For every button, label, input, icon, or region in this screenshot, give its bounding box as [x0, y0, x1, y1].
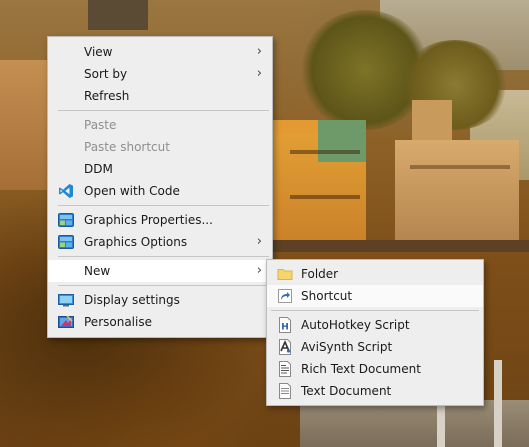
display-icon — [58, 292, 74, 308]
folder-icon — [277, 266, 293, 282]
wallpaper-building — [0, 60, 48, 190]
menu-item-personalise[interactable]: Personalise — [48, 311, 272, 333]
wallpaper-roof — [318, 120, 366, 162]
wallpaper-windows — [290, 150, 360, 154]
submenu-item-label: Text Document — [301, 384, 392, 398]
intel-graphics-icon — [58, 212, 74, 228]
menu-item-display-settings[interactable]: Display settings — [48, 289, 272, 311]
menu-separator — [271, 310, 479, 311]
submenu-item-shortcut[interactable]: Shortcut — [267, 285, 483, 307]
submenu-item-label: Rich Text Document — [301, 362, 421, 376]
menu-item-sort-by[interactable]: Sort by › — [48, 63, 272, 85]
menu-item-label: Graphics Options — [84, 235, 188, 249]
menu-item-label: Paste — [84, 118, 117, 132]
menu-item-label: Refresh — [84, 89, 130, 103]
text-document-icon — [277, 383, 293, 399]
menu-separator — [58, 205, 269, 206]
menu-item-paste-shortcut[interactable]: Paste shortcut — [48, 136, 272, 158]
svg-text:H: H — [281, 323, 289, 333]
menu-item-view[interactable]: View › — [48, 41, 272, 63]
submenu-item-label: AutoHotkey Script — [301, 318, 410, 332]
menu-separator — [58, 285, 269, 286]
wallpaper-post — [494, 360, 502, 447]
menu-item-label: New — [84, 264, 111, 278]
submenu-item-rich-text-document[interactable]: Rich Text Document — [267, 358, 483, 380]
menu-item-graphics-options[interactable]: Graphics Options › — [48, 231, 272, 253]
autohotkey-icon: H — [277, 317, 293, 333]
menu-item-graphics-properties[interactable]: Graphics Properties... — [48, 209, 272, 231]
chevron-right-icon: › — [256, 66, 262, 81]
menu-item-label: Personalise — [84, 315, 152, 329]
rich-text-icon — [277, 361, 293, 377]
wallpaper-windows — [290, 195, 360, 199]
personalise-icon — [58, 314, 74, 330]
menu-item-refresh[interactable]: Refresh — [48, 85, 272, 107]
chevron-right-icon: › — [256, 234, 262, 249]
submenu-item-label: AviSynth Script — [301, 340, 393, 354]
new-submenu: Folder Shortcut H AutoHotkey Script AviS… — [266, 259, 484, 406]
submenu-item-label: Shortcut — [301, 289, 353, 303]
menu-item-label: Paste shortcut — [84, 140, 170, 154]
chevron-right-icon: › — [256, 44, 262, 59]
menu-separator — [58, 110, 269, 111]
shortcut-icon — [277, 288, 293, 304]
submenu-item-autohotkey-script[interactable]: H AutoHotkey Script — [267, 314, 483, 336]
menu-item-label: Open with Code — [84, 184, 180, 198]
menu-item-open-with-code[interactable]: Open with Code — [48, 180, 272, 202]
wallpaper-spire — [88, 0, 148, 30]
intel-graphics-icon — [58, 234, 74, 250]
desktop-context-menu: View › Sort by › Refresh Paste Paste sho… — [47, 36, 273, 338]
submenu-item-label: Folder — [301, 267, 339, 281]
menu-item-paste[interactable]: Paste — [48, 114, 272, 136]
menu-item-new[interactable]: New › — [48, 260, 272, 282]
menu-item-label: DDM — [84, 162, 113, 176]
wallpaper-tower — [412, 100, 452, 144]
submenu-item-avisynth-script[interactable]: AviSynth Script — [267, 336, 483, 358]
wallpaper-bridge — [250, 240, 529, 252]
wallpaper-windows — [410, 165, 510, 169]
vscode-icon — [58, 183, 74, 199]
menu-item-label: View — [84, 45, 113, 59]
menu-item-label: Sort by — [84, 67, 128, 81]
menu-separator — [58, 256, 269, 257]
avisynth-icon — [277, 339, 293, 355]
wallpaper-building — [395, 140, 519, 240]
menu-item-ddm[interactable]: DDM — [48, 158, 272, 180]
submenu-item-folder[interactable]: Folder — [267, 263, 483, 285]
submenu-item-text-document[interactable]: Text Document — [267, 380, 483, 402]
menu-item-label: Graphics Properties... — [84, 213, 213, 227]
chevron-right-icon: › — [256, 263, 262, 278]
menu-item-label: Display settings — [84, 293, 180, 307]
